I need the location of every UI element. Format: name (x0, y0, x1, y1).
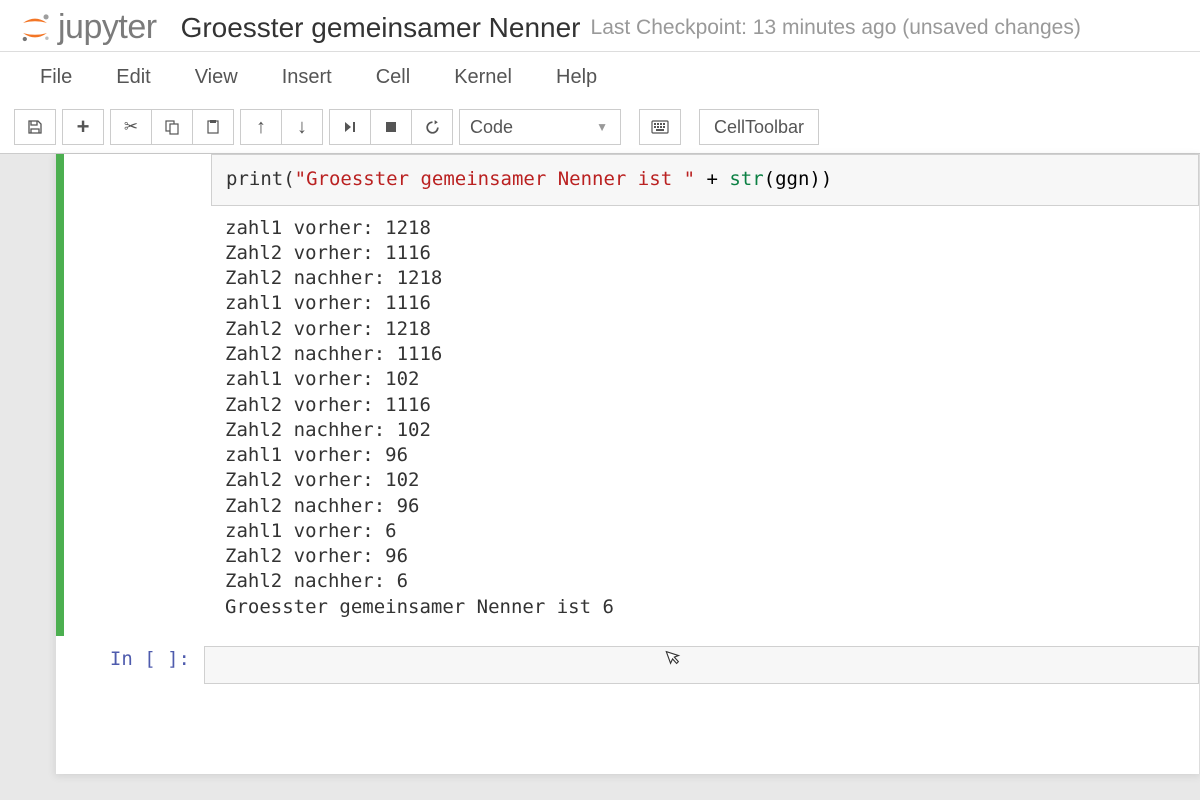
output-area: zahl1 vorher: 1218 Zahl2 vorher: 1116 Za… (211, 206, 1199, 636)
output-line: Zahl2 nachher: 96 (225, 495, 419, 517)
save-button[interactable] (14, 109, 56, 145)
output-line: Zahl2 vorher: 102 (225, 469, 419, 491)
cut-button[interactable]: ✂ (110, 109, 152, 145)
run-icon (343, 120, 357, 134)
restart-icon (424, 119, 441, 136)
output-line: Zahl2 vorher: 1116 (225, 394, 431, 416)
output-line: Zahl2 vorher: 1116 (225, 242, 431, 264)
menu-kernel[interactable]: Kernel (432, 56, 534, 99)
menu-cell[interactable]: Cell (354, 56, 432, 99)
empty-code-cell[interactable]: In [ ]: (56, 636, 1199, 706)
plus-icon: + (77, 114, 90, 140)
output-line: Groesster gemeinsamer Nenner ist 6 (225, 596, 614, 618)
output-line: Zahl2 nachher: 1116 (225, 343, 442, 365)
cell-type-value: Code (470, 117, 513, 138)
move-up-button[interactable]: ↑ (240, 109, 282, 145)
chevron-down-icon: ▼ (596, 120, 608, 134)
cell-toolbar-button[interactable]: CellToolbar (699, 109, 819, 145)
menu-edit[interactable]: Edit (94, 56, 172, 99)
restart-button[interactable] (411, 109, 453, 145)
menu-insert[interactable]: Insert (260, 56, 354, 99)
code-token: print( (226, 168, 295, 190)
paste-button[interactable] (192, 109, 234, 145)
jupyter-logo[interactable]: jupyter (18, 8, 157, 47)
empty-code-input[interactable] (204, 646, 1199, 684)
command-palette-button[interactable] (639, 109, 681, 145)
keyboard-icon (651, 120, 669, 134)
cell-type-select[interactable]: Code ▼ (459, 109, 621, 145)
code-string: "Groesster gemeinsamer Nenner ist " (295, 168, 695, 190)
notebook-container: print("Groesster gemeinsamer Nenner ist … (55, 154, 1200, 774)
output-line: zahl1 vorher: 102 (225, 368, 419, 390)
run-button[interactable] (329, 109, 371, 145)
stop-icon (384, 120, 398, 134)
output-line: Zahl2 vorher: 96 (225, 545, 408, 567)
add-cell-button[interactable]: + (62, 109, 104, 145)
toolbar: + ✂ ↑ ↓ Code ▼ (0, 103, 1200, 154)
output-line: Zahl2 nachher: 102 (225, 419, 431, 441)
notebook-title[interactable]: Groesster gemeinsamer Nenner (181, 12, 581, 44)
code-openparen: (ggn)) (764, 168, 833, 190)
logo-text: jupyter (58, 8, 157, 47)
menubar: File Edit View Insert Cell Kernel Help (0, 52, 1200, 103)
arrow-up-icon: ↑ (256, 116, 266, 139)
output-line: Zahl2 nachher: 1218 (225, 267, 442, 289)
code-plus: + (695, 168, 729, 190)
copy-button[interactable] (151, 109, 193, 145)
output-line: Zahl2 vorher: 1218 (225, 318, 431, 340)
scissors-icon: ✂ (124, 117, 138, 137)
menu-help[interactable]: Help (534, 56, 619, 99)
move-down-button[interactable]: ↓ (281, 109, 323, 145)
code-cell-running[interactable]: print("Groesster gemeinsamer Nenner ist … (56, 154, 1199, 636)
menu-file[interactable]: File (18, 56, 94, 99)
stop-button[interactable] (370, 109, 412, 145)
copy-icon (164, 119, 180, 135)
output-line: zahl1 vorher: 1218 (225, 217, 431, 239)
paste-icon (205, 119, 221, 135)
jupyter-logo-icon (18, 11, 52, 45)
output-line: Zahl2 nachher: 6 (225, 570, 408, 592)
menu-view[interactable]: View (173, 56, 260, 99)
output-line: zahl1 vorher: 6 (225, 520, 397, 542)
arrow-down-icon: ↓ (297, 116, 307, 139)
save-icon (27, 119, 43, 135)
code-builtin: str (729, 168, 763, 190)
input-prompt: In [ ]: (56, 648, 204, 670)
checkpoint-text: Last Checkpoint: 13 minutes ago (unsaved… (591, 16, 1081, 40)
output-line: zahl1 vorher: 1116 (225, 292, 431, 314)
output-line: zahl1 vorher: 96 (225, 444, 408, 466)
code-input-area[interactable]: print("Groesster gemeinsamer Nenner ist … (211, 154, 1199, 206)
header: jupyter Groesster gemeinsamer Nenner Las… (0, 0, 1200, 52)
